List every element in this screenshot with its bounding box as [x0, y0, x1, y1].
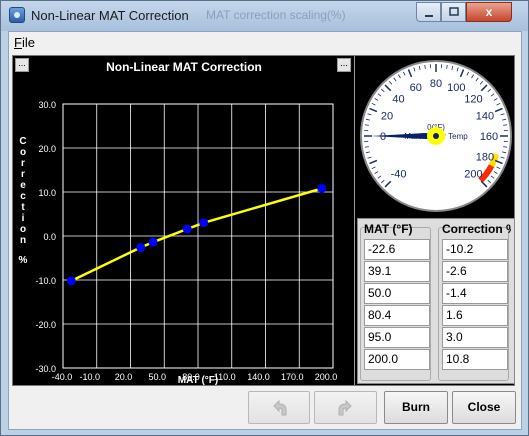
data-point[interactable] — [199, 218, 209, 228]
correction-curve-chart[interactable]: Non-Linear MAT Correction 30.0 20.0 10.0 0.0… — [13, 56, 355, 385]
gauge-tick-label: 180 — [476, 151, 494, 163]
gauge-dial: -400204060801001201401601802000(°F)Manif… — [360, 60, 512, 212]
close-window-button[interactable]: x — [466, 2, 512, 22]
menu-bar: File — [9, 32, 521, 54]
mat-value-cell[interactable]: 80.4 — [364, 305, 430, 326]
y-axis-label: Co r r e c t i o n% — [19, 136, 28, 266]
background-window-title: MAT correction scaling(%) — [206, 8, 346, 22]
x-tick-label: -10.0 — [79, 372, 100, 382]
maximize-icon — [448, 7, 459, 16]
mat-value-cell[interactable]: 39.1 — [364, 261, 430, 282]
data-point[interactable] — [148, 237, 158, 247]
gauge-hub-center — [433, 133, 439, 139]
x-tick-label: -40.0 — [52, 372, 73, 382]
mat-value-cell[interactable]: 95.0 — [364, 327, 430, 348]
mat-value-cell[interactable]: 200.0 — [364, 349, 430, 370]
close-button[interactable]: Close — [452, 391, 516, 424]
curve-table: MAT (°F) -22.6 39.1 50.0 80.4 95.0 200.0 Corr… — [357, 218, 515, 384]
y-tick-label: 0.0 — [43, 232, 56, 242]
correction-value-cell[interactable]: 3.0 — [442, 327, 508, 348]
y-tick-label: 20.0 — [38, 144, 56, 154]
gauge-tick-label: 80 — [430, 78, 442, 90]
title-bar: Non-Linear MAT Correction MAT correction… — [1, 1, 528, 31]
gauge-tick-label: 160 — [480, 131, 498, 143]
gauge-tick-label: 200 — [464, 168, 482, 180]
chart-options-right-button[interactable]: ... — [337, 58, 351, 72]
correction-value-cell[interactable]: -1.4 — [442, 283, 508, 304]
chart-area: Non-Linear MAT Correction 30.0 20.0 10.0 0.0… — [13, 56, 355, 385]
burn-button-label: Burn — [402, 400, 430, 414]
gauge-tick-label: 120 — [464, 94, 482, 106]
redo-button[interactable] — [314, 391, 377, 424]
y-tick-label: -20.0 — [35, 320, 56, 330]
menu-file[interactable]: File — [14, 35, 35, 50]
correction-value-cell[interactable]: 10.8 — [442, 349, 508, 370]
gauge-tick-label: 140 — [476, 111, 494, 123]
minimize-icon — [424, 15, 433, 17]
gauge-tick-label: 20 — [381, 111, 393, 123]
mat-value-cell[interactable]: 50.0 — [364, 283, 430, 304]
burn-button[interactable]: Burn — [384, 391, 448, 424]
window-title: Non-Linear MAT Correction — [31, 8, 189, 23]
x-tick-label: 140.0 — [247, 372, 270, 382]
x-axis-label: MAT (°F) — [178, 375, 218, 385]
gauge-tick-label: 0 — [380, 131, 386, 143]
button-bar: Burn Close — [9, 388, 521, 429]
y-tick-label: 10.0 — [38, 188, 56, 198]
correction-value-cell[interactable]: -10.2 — [442, 239, 508, 260]
data-point[interactable] — [182, 224, 192, 234]
mat-gauge: -400204060801001201401601802000(°F)Manif… — [358, 58, 514, 214]
redo-icon — [338, 399, 352, 416]
x-tick-label: 50.0 — [148, 372, 166, 382]
mat-column: MAT (°F) -22.6 39.1 50.0 80.4 95.0 200.0 — [360, 222, 433, 371]
data-point[interactable] — [66, 276, 76, 286]
y-tick-label: 30.0 — [38, 100, 56, 110]
x-tick-label: 20.0 — [115, 372, 133, 382]
mat-value-cell[interactable]: -22.6 — [364, 239, 430, 260]
gauge-tick-label: 100 — [447, 82, 465, 94]
undo-icon — [273, 399, 287, 416]
gauge-tick-label: 60 — [410, 82, 422, 94]
client-area: File Non-Linear MAT Correction 30.0 20.0 10… — [8, 31, 522, 430]
window: Non-Linear MAT Correction MAT correction… — [0, 0, 529, 436]
dashboard-panel: Non-Linear MAT Correction 30.0 20.0 10.0 0.0… — [12, 55, 515, 386]
y-tick-label: -10.0 — [35, 276, 56, 286]
mat-column-header: MAT (°F) — [364, 222, 413, 236]
close-button-label: Close — [467, 400, 501, 414]
app-icon — [9, 7, 25, 23]
correction-column-header: Correction % — [442, 222, 511, 236]
close-icon: x — [485, 5, 493, 19]
correction-value-cell[interactable]: 1.6 — [442, 305, 508, 326]
undo-button[interactable] — [248, 391, 310, 424]
x-tick-label: 170.0 — [281, 372, 304, 382]
chart-options-left-button[interactable]: ... — [15, 58, 29, 72]
maximize-button[interactable] — [441, 2, 466, 22]
correction-column: Correction % -10.2 -2.6 -1.4 1.6 3.0 10.8 — [438, 222, 511, 371]
minimize-button[interactable] — [416, 2, 441, 22]
x-tick-label: 200.0 — [315, 372, 338, 382]
data-point[interactable] — [136, 242, 146, 252]
chart-title: Non-Linear MAT Correction — [106, 60, 262, 74]
gauge-tick-label: -40 — [391, 168, 407, 180]
data-point[interactable] — [317, 183, 327, 193]
correction-value-cell[interactable]: -2.6 — [442, 261, 508, 282]
gauge-tick-label: 40 — [392, 94, 404, 106]
